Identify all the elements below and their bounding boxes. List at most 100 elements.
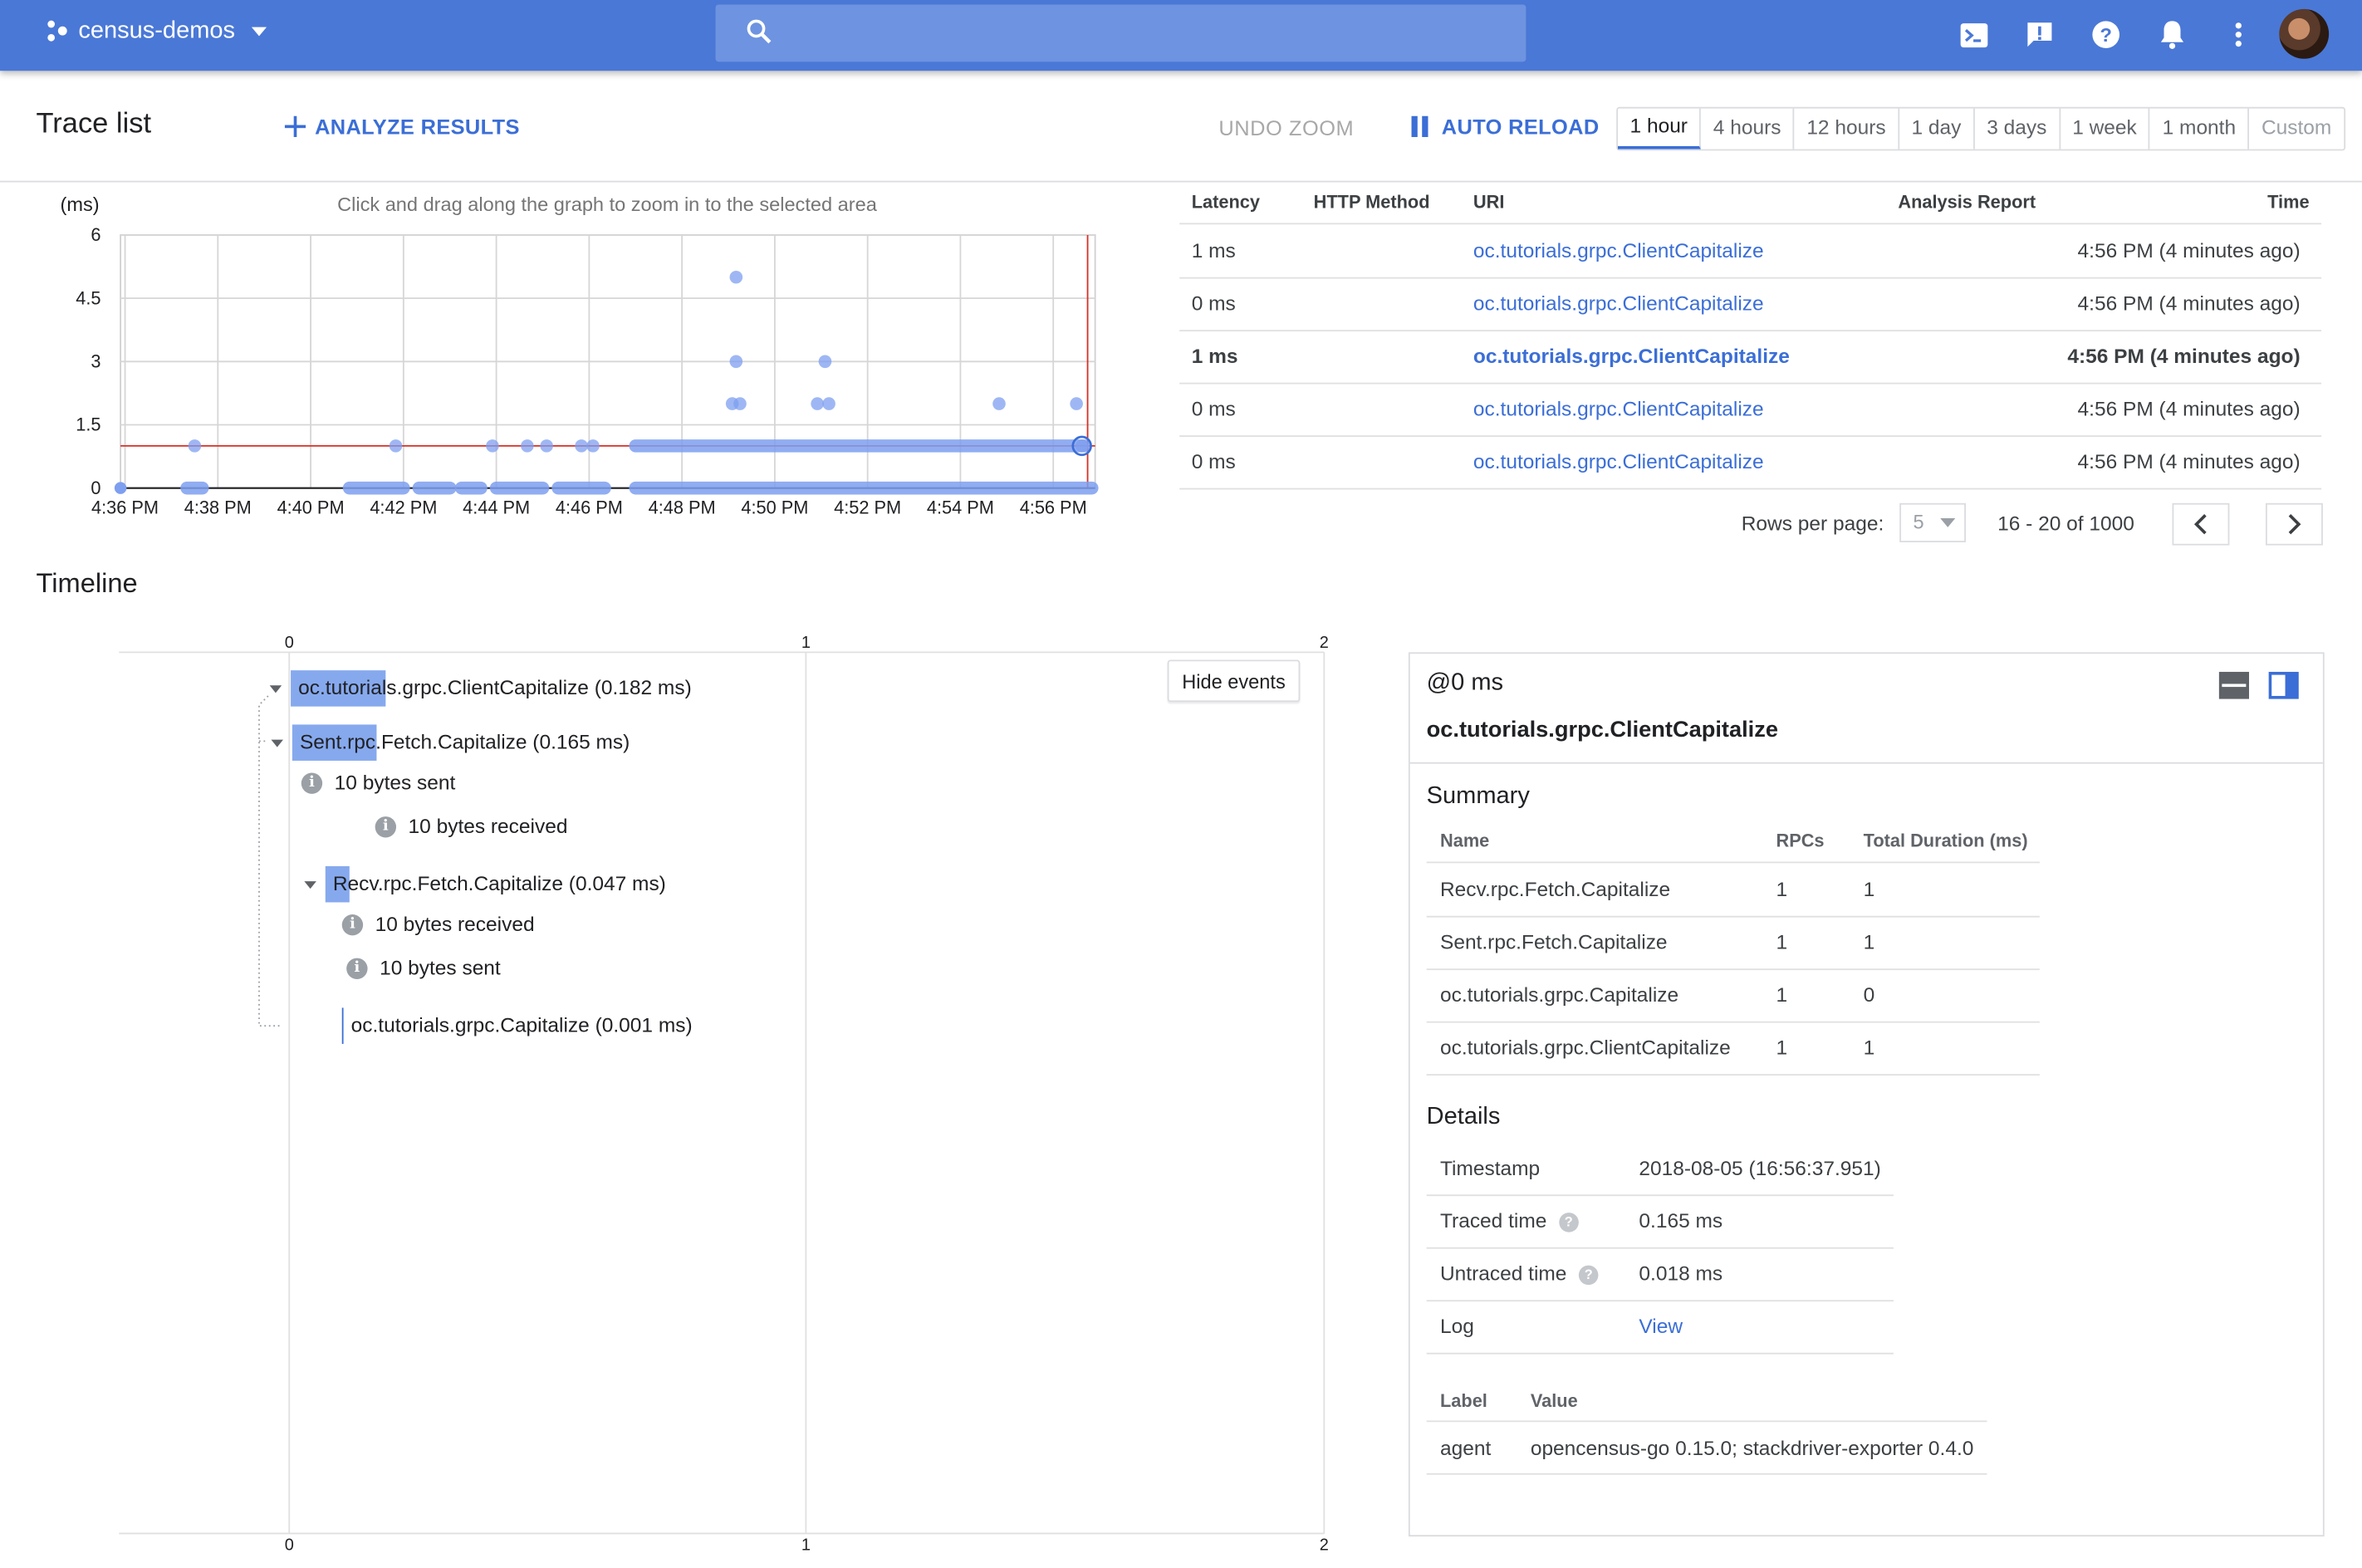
next-page-button[interactable] (2265, 502, 2323, 546)
table-row[interactable]: 0 ms oc.tutorials.grpc.ClientCapitalize 4:… (1179, 383, 2322, 438)
chart-point[interactable] (818, 355, 832, 369)
summary-rpcs: 1 (1776, 878, 1788, 901)
span-bar[interactable] (341, 1007, 344, 1044)
notification-alert-icon[interactable] (2023, 18, 2056, 51)
labels-col-label: Label (1439, 1390, 1487, 1412)
collapse-caret-icon[interactable] (271, 739, 283, 747)
chart-point[interactable] (586, 439, 600, 453)
span-label[interactable]: oc.tutorials.grpc.ClientCapitalize (0.18… (298, 676, 692, 698)
avatar[interactable] (2279, 8, 2330, 59)
y-tick-label: 3 (91, 351, 100, 372)
timestamp-value: 2018-08-05 (16:56:37.951) (1639, 1156, 1881, 1180)
details-row-timestamp: Timestamp 2018-08-05 (16:56:37.951) (1426, 1142, 1894, 1197)
x-tick-label: 4:46 PM (556, 497, 623, 518)
uri-link[interactable]: oc.tutorials.grpc.ClientCapitalize (1473, 398, 1764, 420)
labels-col-value: Value (1530, 1390, 1578, 1412)
chart-point[interactable] (114, 482, 127, 494)
analyze-results-label: ANALYZE RESULTS (315, 114, 520, 139)
table-row[interactable]: 0 ms oc.tutorials.grpc.ClientCapitalize 4:… (1179, 435, 2322, 490)
bell-icon[interactable] (2156, 18, 2189, 51)
col-time[interactable]: Time (2267, 191, 2309, 212)
chart-point[interactable] (188, 439, 202, 453)
collapse-caret-icon[interactable] (304, 881, 316, 889)
summary-col-rpcs: RPCs (1776, 830, 1825, 851)
plus-icon (284, 115, 306, 138)
more-vert-icon[interactable] (2222, 18, 2255, 51)
range-4-hours[interactable]: 4 hours (1701, 108, 1795, 149)
info-icon: i (375, 816, 397, 837)
chart-point[interactable] (822, 397, 836, 410)
span-label[interactable]: Recv.rpc.Fetch.Capitalize (0.047 ms) (333, 872, 666, 894)
y-tick-label: 0 (91, 478, 100, 498)
help-icon[interactable]: ? (1578, 1264, 1599, 1285)
col-uri[interactable]: URI (1473, 191, 1504, 212)
span-label[interactable]: Sent.rpc.Fetch.Capitalize (0.165 ms) (300, 731, 630, 753)
timestamp-label: Timestamp (1439, 1156, 1541, 1180)
project-selector[interactable]: census-demos (45, 18, 274, 46)
cloud-shell-icon[interactable] (1957, 18, 1990, 51)
col-latency[interactable]: Latency (1192, 191, 1260, 212)
collapse-caret-icon[interactable] (269, 685, 282, 693)
chart-point[interactable] (811, 397, 824, 410)
chart-point[interactable] (521, 439, 534, 453)
uri-link[interactable]: oc.tutorials.grpc.ClientCapitalize (1473, 345, 1790, 367)
range-1-month[interactable]: 1 month (2150, 108, 2250, 149)
col-http-method[interactable]: HTTP Method (1314, 191, 1430, 212)
prev-page-button[interactable] (2172, 502, 2230, 546)
chart-points (114, 270, 1099, 495)
horizontal-split-icon[interactable] (2218, 670, 2250, 700)
chart-point[interactable] (729, 355, 743, 369)
table-pagination: Rows per page: 5 16 - 20 of 1000 (1179, 500, 2323, 546)
y-tick-label: 1.5 (76, 414, 100, 435)
undo-zoom-button[interactable]: UNDO ZOOM (1218, 116, 1354, 140)
timeline-bottom-tick-2: 2 (1320, 1536, 1329, 1554)
uri-link[interactable]: oc.tutorials.grpc.ClientCapitalize (1473, 292, 1764, 315)
range-1-week[interactable]: 1 week (2061, 108, 2151, 149)
uri-link[interactable]: oc.tutorials.grpc.ClientCapitalize (1473, 239, 1764, 262)
chart-point[interactable] (992, 397, 1006, 410)
summary-col-duration: Total Duration (ms) (1863, 830, 2028, 851)
untraced-time-label: Untraced time? (1440, 1262, 1599, 1285)
x-ticks: 4:36 PM 4:38 PM 4:40 PM 4:42 PM 4:44 PM 4:46 … (91, 497, 1087, 518)
auto-reload-button[interactable]: AUTO RELOAD (1410, 115, 1600, 139)
range-12-hours[interactable]: 12 hours (1795, 108, 1899, 149)
help-icon[interactable]: ? (2090, 18, 2123, 51)
x-tick-label: 4:40 PM (277, 497, 345, 518)
hide-events-button[interactable]: Hide events (1167, 659, 1301, 703)
y-ticks: 6 4.5 3 1.5 0 (76, 224, 100, 498)
summary-name: Recv.rpc.Fetch.Capitalize (1439, 878, 1671, 901)
chart-point[interactable] (733, 397, 747, 410)
time-cell: 4:56 PM (4 minutes ago) (2067, 345, 2301, 368)
range-1-hour[interactable]: 1 hour (1618, 108, 1702, 149)
latency-cell: 1 ms (1191, 345, 1238, 368)
chart-point[interactable] (729, 270, 743, 284)
label-row: agent opencensus-go 0.15.0; stackdriver-… (1426, 1422, 1987, 1475)
range-1-day[interactable]: 1 day (1899, 108, 1975, 149)
chart-point[interactable] (389, 439, 403, 453)
vertical-split-icon[interactable] (2268, 670, 2299, 700)
chart-point[interactable] (540, 439, 553, 453)
caret-down-icon (251, 27, 267, 37)
rows-per-page-label: Rows per page: (1741, 512, 1884, 535)
search-input[interactable] (715, 4, 1526, 62)
timeline-top-tick-2: 2 (1320, 634, 1329, 652)
page-range: 16 - 20 of 1000 (1997, 512, 2134, 535)
chart-point[interactable] (486, 439, 499, 453)
latency-scatter-chart[interactable]: (ms) Click and drag along the graph to z… (0, 181, 1144, 542)
span-label[interactable]: oc.tutorials.grpc.Capitalize (0.001 ms) (351, 1014, 693, 1036)
chart-point[interactable] (1070, 397, 1083, 410)
analyze-results-button[interactable]: ANALYZE RESULTS (284, 114, 520, 139)
table-row[interactable]: 1 ms oc.tutorials.grpc.ClientCapitalize 4:… (1179, 330, 2322, 385)
help-icon[interactable]: ? (1558, 1212, 1579, 1232)
col-analysis-report[interactable]: Analysis Report (1898, 191, 2036, 212)
table-row[interactable]: 1 ms oc.tutorials.grpc.ClientCapitalize 4:… (1179, 224, 2322, 279)
uri-link[interactable]: oc.tutorials.grpc.ClientCapitalize (1473, 450, 1764, 473)
summary-rpcs: 1 (1776, 930, 1788, 954)
table-row[interactable]: 0 ms oc.tutorials.grpc.ClientCapitalize 4:… (1179, 277, 2322, 332)
rows-per-page-select[interactable]: 5 (1899, 502, 1967, 542)
details-row-untraced: Untraced time? 0.018 ms (1426, 1247, 1894, 1302)
log-view-link[interactable]: View (1639, 1315, 1683, 1337)
range-3-days[interactable]: 3 days (1975, 108, 2061, 149)
chart-point[interactable] (575, 439, 588, 453)
range-custom[interactable]: Custom (2249, 109, 2343, 149)
